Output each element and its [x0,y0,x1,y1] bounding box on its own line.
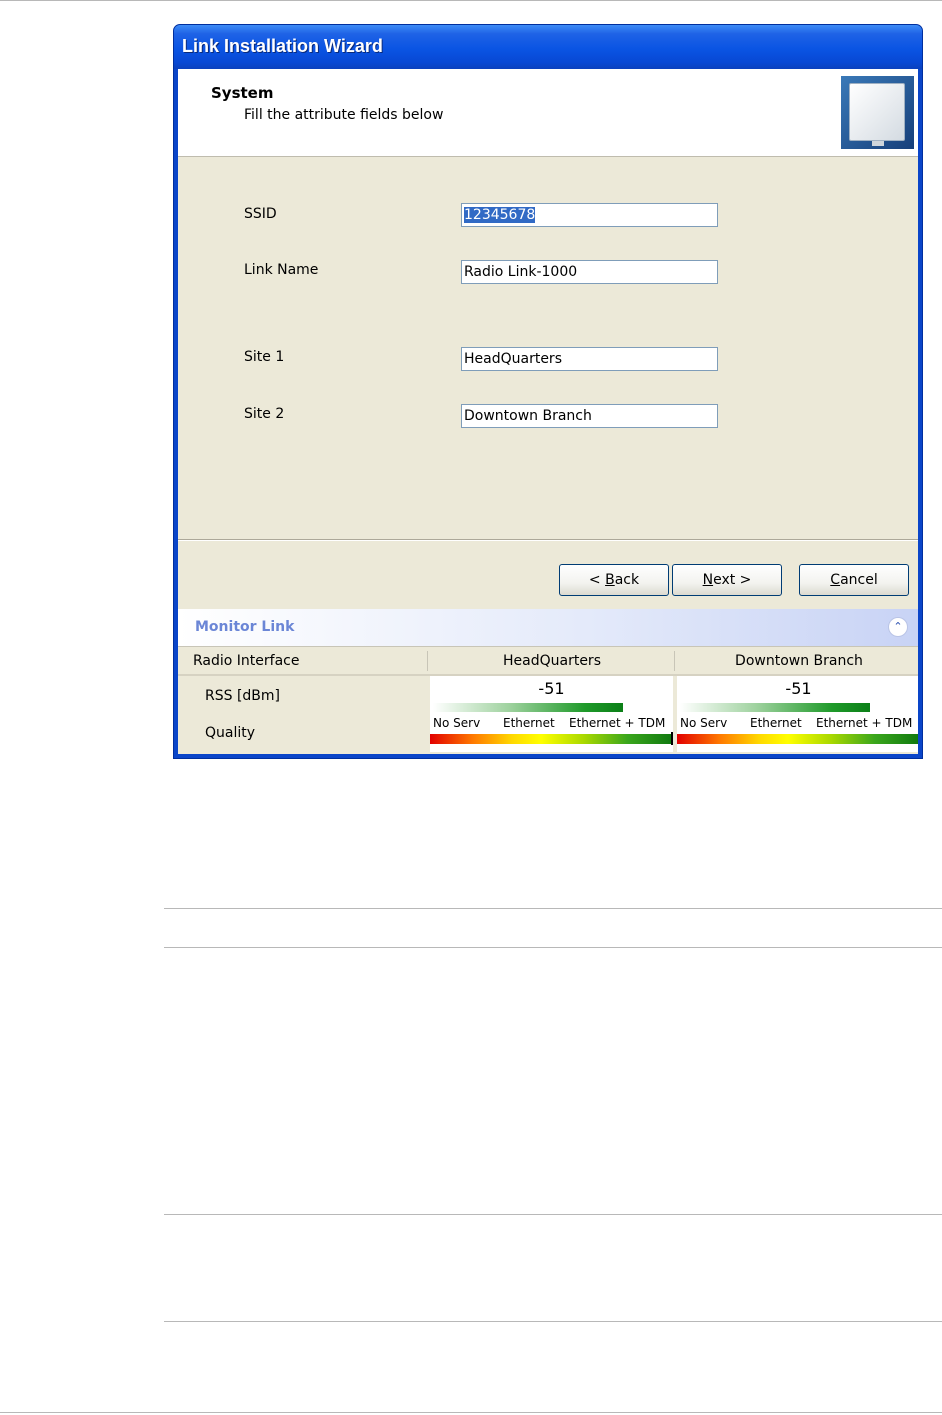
next-button-label-rest: ext > [713,572,752,588]
ssid-input[interactable]: 12345678 [461,203,718,227]
site2-value: Downtown Branch [464,408,592,424]
page-rule [164,1214,942,1215]
site1-rss-value: -51 [538,679,565,698]
back-button-label-rest: ack [614,572,640,588]
column-radio-interface: Radio Interface [193,653,300,669]
site1-quality-marker [671,732,673,745]
quality-scale-label: Ethernet [750,716,802,730]
site2-rss-bar [680,703,870,712]
monitor-link-bar[interactable]: Monitor Link ⌃ [178,609,918,646]
quality-scale-label: Ethernet [503,716,555,730]
column-site1: HeadQuarters [503,653,601,669]
site1-quality-bar [430,734,671,744]
column-site2: Downtown Branch [735,653,863,669]
cancel-button[interactable]: Cancel [799,564,909,596]
site2-input[interactable]: Downtown Branch [461,404,718,428]
back-button[interactable]: < Back [559,564,669,596]
back-button-mnemonic: B [605,572,615,588]
site1-rss-bar [433,703,623,712]
quality-scale-label: Ethernet + TDM [569,716,666,730]
quality-scale-label: No Serv [433,716,481,730]
monitor-link-title: Monitor Link [195,619,295,635]
cancel-button-mnemonic: C [830,572,841,588]
wizard-header: System Fill the attribute fields below [178,69,918,157]
cancel-button-label-rest: ancel [840,572,878,588]
button-area-divider [178,539,918,541]
page-top-rule [0,0,942,1]
site1-label: Site 1 [244,349,285,365]
title-bar[interactable]: Link Installation Wizard [174,25,922,69]
next-button-mnemonic: N [702,572,714,588]
window-title: Link Installation Wizard [182,36,383,56]
double-chevron-up-icon[interactable]: ⌃ [888,617,908,637]
quality-scale-label: Ethernet + TDM [816,716,913,730]
page-rule [164,908,942,909]
site1-input[interactable]: HeadQuarters [461,347,718,371]
site2-label: Site 2 [244,406,285,422]
link-installation-wizard-window: Link Installation Wizard System Fill the… [173,24,923,759]
antenna-panel [849,83,905,146]
link-name-value: Radio Link-1000 [464,264,578,280]
ssid-label: SSID [244,206,277,222]
back-button-label: < [588,572,606,588]
monitor-grid-header: Radio Interface HeadQuarters Downtown Br… [178,646,918,676]
wizard-client-area: System Fill the attribute fields below S… [178,69,918,754]
quality-row-label: Quality [205,725,256,741]
site2-monitor-cell: -51 No Serv Ethernet Ethernet + TDM [677,676,918,752]
page-rule [164,1321,942,1322]
site1-monitor-cell: -51 No Serv Ethernet Ethernet + TDM [430,676,673,752]
ssid-value: 12345678 [464,207,536,223]
rss-row-label: RSS [dBm] [205,688,281,704]
step-title: System [211,84,274,102]
link-name-input[interactable]: Radio Link-1000 [461,260,718,284]
quality-scale-label: No Serv [680,716,728,730]
outdoor-radio-unit-icon [841,76,914,149]
site1-value: HeadQuarters [464,351,562,367]
link-name-label: Link Name [244,262,319,278]
page-bottom-rule [0,1412,942,1413]
site2-rss-value: -51 [785,679,812,698]
step-subtitle: Fill the attribute fields below [244,107,444,123]
next-button[interactable]: Next > [672,564,782,596]
site2-quality-bar [677,734,918,744]
page-rule [164,947,942,948]
